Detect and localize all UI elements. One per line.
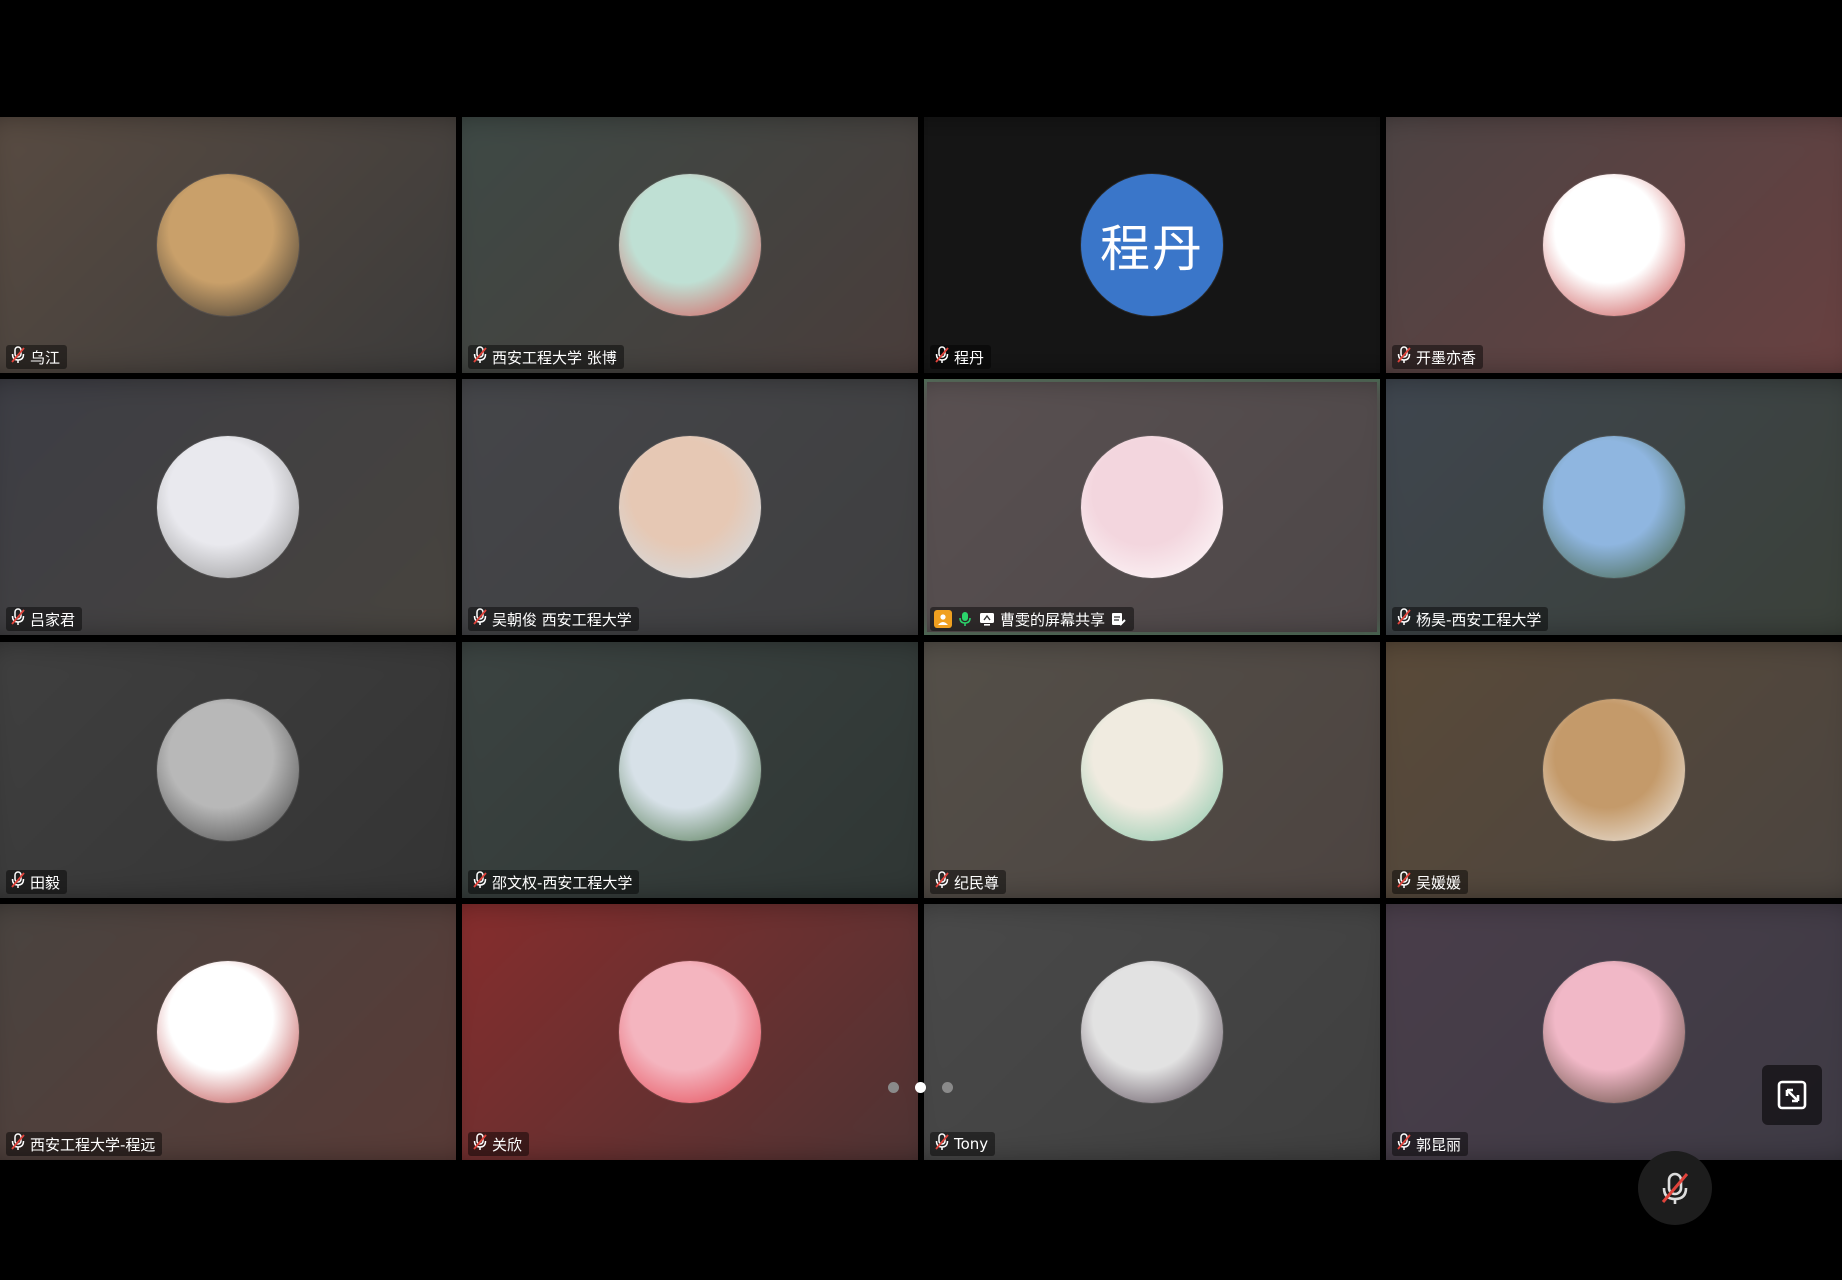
participant-name: 关欣 xyxy=(492,1135,523,1154)
participant-tile[interactable]: 关欣 xyxy=(462,904,918,1160)
expand-icon xyxy=(1777,1080,1807,1110)
page-dot[interactable] xyxy=(888,1082,899,1093)
white-bunny-avatar xyxy=(157,436,299,578)
flowers-photo-avatar xyxy=(1543,961,1685,1103)
doc-edit-icon xyxy=(1109,610,1127,628)
mic-icon xyxy=(472,608,488,630)
participant-tile[interactable]: 吴媛媛 xyxy=(1386,642,1842,898)
participant-name: 开墨亦香 xyxy=(1416,348,1477,367)
name-tag: 杨昊-西安工程大学 xyxy=(1392,607,1549,631)
mic-icon xyxy=(472,1133,488,1155)
page-dot[interactable] xyxy=(915,1082,926,1093)
participant-name: 杨昊-西安工程大学 xyxy=(1416,610,1542,629)
coffee-photo-avatar xyxy=(1543,699,1685,841)
participant-tile[interactable]: 开墨亦香 xyxy=(1386,117,1842,373)
initials-avatar: 程丹 xyxy=(1081,174,1223,316)
participant-name: 程丹 xyxy=(954,348,985,367)
participant-tile[interactable]: 西安工程大学 张博 xyxy=(462,117,918,373)
mic-icon xyxy=(472,346,488,368)
participant-name: 乌江 xyxy=(30,348,61,367)
mic-icon xyxy=(1396,871,1412,893)
participant-tile[interactable]: 西安工程大学-程远 xyxy=(0,904,456,1160)
name-tag: 郭昆丽 xyxy=(1392,1132,1469,1156)
mic-icon xyxy=(472,871,488,893)
name-tag: 吕家君 xyxy=(6,607,83,631)
children-photo-avatar xyxy=(619,436,761,578)
participant-grid: 乌江 西安工程大学 张博 程丹 程丹 开墨亦香 吕家君 吴朝俊 西安工程大学 曹雯的屏幕共享杨… xyxy=(0,117,1842,1163)
participant-name: 西安工程大学 张博 xyxy=(492,348,617,367)
participant-tile[interactable]: 田毅 xyxy=(0,642,456,898)
participant-name: Tony xyxy=(954,1135,989,1153)
mountain-photo-avatar xyxy=(1543,436,1685,578)
participant-tile[interactable]: 乌江 xyxy=(0,117,456,373)
participant-tile[interactable]: 曹雯的屏幕共享 xyxy=(924,379,1380,635)
mic-icon xyxy=(10,346,26,368)
pomegranate-cartoon-avatar xyxy=(619,961,761,1103)
dancers-photo-avatar xyxy=(1081,961,1223,1103)
mute-button[interactable] xyxy=(1638,1151,1712,1225)
participant-name: 曹雯的屏幕共享 xyxy=(1000,610,1106,629)
penguin-avatar xyxy=(157,174,299,316)
mic-icon xyxy=(10,871,26,893)
name-tag: 乌江 xyxy=(6,345,68,369)
name-tag: 纪民尊 xyxy=(930,870,1007,894)
portrait-photo-avatar xyxy=(157,699,299,841)
participant-name: 吴媛媛 xyxy=(1416,873,1462,892)
participant-name: 吴朝俊 西安工程大学 xyxy=(492,610,632,629)
name-tag: 西安工程大学-程远 xyxy=(6,1132,163,1156)
host-icon xyxy=(934,610,952,628)
name-tag: 田毅 xyxy=(6,870,68,894)
screen-share-icon xyxy=(978,610,996,628)
participant-name: 纪民尊 xyxy=(954,873,1000,892)
mic-icon xyxy=(10,1133,26,1155)
mic-icon xyxy=(934,346,950,368)
name-tag: 邵文权-西安工程大学 xyxy=(468,870,640,894)
name-tag: 吴朝俊 西安工程大学 xyxy=(468,607,639,631)
name-tag: Tony xyxy=(930,1132,996,1156)
participant-name: 郭昆丽 xyxy=(1416,1135,1462,1154)
mic-icon xyxy=(1396,346,1412,368)
mic-icon xyxy=(10,608,26,630)
participant-tile[interactable]: 邵文权-西安工程大学 xyxy=(462,642,918,898)
participant-tile[interactable]: 吕家君 xyxy=(0,379,456,635)
participant-name: 吕家君 xyxy=(30,610,76,629)
cartoon-boy-avatar xyxy=(619,174,761,316)
participant-tile[interactable]: 纪民尊 xyxy=(924,642,1380,898)
name-tag: 吴媛媛 xyxy=(1392,870,1469,894)
participant-tile[interactable]: 吴朝俊 西安工程大学 xyxy=(462,379,918,635)
family-drawing-avatar xyxy=(1081,436,1223,578)
participant-name: 田毅 xyxy=(30,873,61,892)
cartoon-man-avatar xyxy=(157,961,299,1103)
page-dot[interactable] xyxy=(942,1082,953,1093)
cat-illustration-avatar xyxy=(1081,699,1223,841)
participant-tile[interactable]: 程丹 程丹 xyxy=(924,117,1380,373)
mic-icon xyxy=(934,871,950,893)
mic-icon xyxy=(1396,608,1412,630)
participant-tile[interactable]: Tony xyxy=(924,904,1380,1160)
avatar-initials: 程丹 xyxy=(1100,220,1204,278)
participant-name: 西安工程大学-程远 xyxy=(30,1135,156,1154)
forest-photo-avatar xyxy=(619,699,761,841)
mic-active-icon xyxy=(956,610,974,628)
family-cartoon-avatar xyxy=(1543,174,1685,316)
participant-name: 邵文权-西安工程大学 xyxy=(492,873,633,892)
name-tag: 西安工程大学 张博 xyxy=(468,345,624,369)
name-tag: 关欣 xyxy=(468,1132,530,1156)
mic-icon xyxy=(934,1133,950,1155)
name-tag: 开墨亦香 xyxy=(1392,345,1484,369)
participant-tile[interactable]: 杨昊-西安工程大学 xyxy=(1386,379,1842,635)
name-tag: 曹雯的屏幕共享 xyxy=(930,607,1135,631)
page-indicator[interactable] xyxy=(888,1082,953,1093)
mic-muted-icon xyxy=(1661,1172,1689,1204)
mic-icon xyxy=(1396,1133,1412,1155)
expand-button[interactable] xyxy=(1762,1065,1822,1125)
name-tag: 程丹 xyxy=(930,345,992,369)
